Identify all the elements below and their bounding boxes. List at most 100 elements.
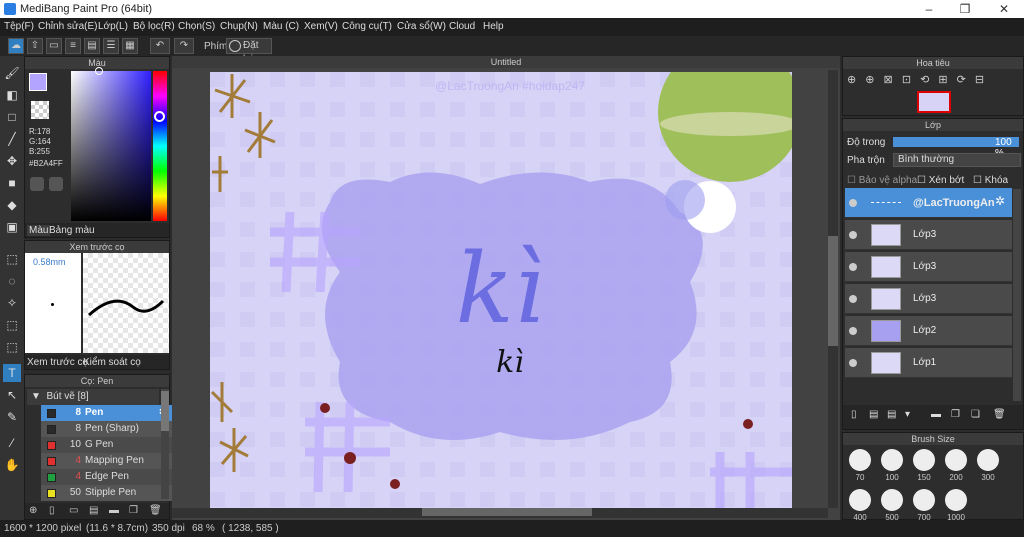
clip-checkbox[interactable]: ☐ Xén bớt [917,175,964,186]
layer-row[interactable]: @LacTruongAn ✲ [845,188,1012,218]
delete-layer-icon[interactable]: 🗑 [993,409,1006,420]
menu-file[interactable]: Tệp(F) [4,21,34,32]
menu-capture[interactable]: Chụp(N) [220,21,258,32]
hue-cursor[interactable] [154,111,165,122]
gradient-tool-icon[interactable]: ▣ [3,218,21,236]
brush-settings-icon[interactable]: ▤ [89,505,98,516]
operation-tool-icon[interactable]: ↖ [3,386,21,404]
reset-button[interactable]: Đặt lại [226,38,272,65]
menu-tools[interactable]: Công cụ(T) [342,21,392,32]
divide-tool-icon[interactable]: ✎ [3,408,21,426]
lock-checkbox[interactable]: ☐ Khóa [973,175,1008,186]
brush-item[interactable]: 4 Edge Pen [41,469,173,485]
visibility-toggle[interactable] [849,199,857,207]
visibility-toggle[interactable] [849,295,857,303]
tab-brush-preview[interactable]: Xem trước cọ [27,357,88,368]
tab-palette[interactable]: Bảng màu [49,225,95,236]
new-layer-icon[interactable]: ▯ [851,409,857,420]
fg-color-swatch[interactable] [29,73,47,91]
visibility-toggle[interactable] [849,359,857,367]
brush-menu-icon[interactable]: ▭ [69,505,78,516]
upload-icon[interactable]: ⇧ [27,38,43,54]
navigator-thumbnail[interactable] [917,91,951,113]
delete-brush-icon[interactable]: 🗑 [149,505,162,516]
alpha-protect-checkbox[interactable]: ☐ Bảo vệ alpha [847,175,917,186]
comment-icon[interactable]: ▭ [46,38,62,54]
hand-tool-icon[interactable]: ✋ [3,456,21,474]
brush-item[interactable]: 8 Pen (Sharp) [41,421,173,437]
document-tab[interactable]: Untitled [172,56,840,68]
folder-icon[interactable]: ▬ [109,505,119,516]
layer-row[interactable]: Lớp3 [845,220,1012,250]
brush-item[interactable]: 4 Mapping Pen [41,453,173,469]
tab-color[interactable]: Màu [27,225,51,236]
size-preset[interactable] [849,449,871,471]
blend-mode-select[interactable]: Bình thường [893,153,1021,167]
layer-row[interactable]: Lớp3 [845,284,1012,314]
select-tool-icon[interactable]: ⬚ [3,250,21,268]
list-icon[interactable]: ☰ [103,38,119,54]
menu-help[interactable]: Help [483,21,504,32]
layer-folder-icon[interactable]: ▬ [931,409,941,420]
size-preset[interactable] [913,449,935,471]
vertical-scrollbar[interactable] [828,70,838,508]
select-pen-icon[interactable]: ⬚ [3,316,21,334]
bucket-tool-icon[interactable]: ◆ [3,196,21,214]
layers-scrollbar[interactable] [1013,189,1021,401]
menu-view[interactable]: Xem(V) [304,21,338,32]
undo-icon[interactable]: ↶ [150,38,170,54]
size-preset[interactable] [945,489,967,511]
size-preset[interactable] [881,489,903,511]
merge-layer-icon[interactable]: ❏ [971,409,980,420]
layer-row[interactable]: Lớp2 [845,316,1012,346]
duplicate-layer-icon[interactable]: ❐ [951,409,960,420]
menu-select[interactable]: Chọn(S) [178,21,215,32]
menu-color[interactable]: Màu (C) [263,21,299,32]
select-eraser-icon[interactable]: ⬚ [3,338,21,356]
maximize-button[interactable]: ❐ [950,1,980,17]
grid-icon[interactable]: ▦ [122,38,138,54]
redo-icon[interactable]: ↷ [174,38,194,54]
rect-tool-icon[interactable]: □ [3,108,21,126]
magic-wand-icon[interactable]: ✧ [3,294,21,312]
brush-tool-icon[interactable]: 🖌 [3,64,21,82]
new-layer-type-icon[interactable]: ▤ [869,409,878,420]
brush-item[interactable]: 50 Stipple Pen [41,485,173,501]
close-button[interactable]: ✕ [989,1,1019,17]
menu-layer[interactable]: Lớp(L) [98,21,128,32]
document-canvas[interactable]: @LacTruongAn #hoidap247 kì kì [210,72,792,508]
layer-gear-icon[interactable]: ✲ [995,194,1005,208]
add-brush-icon[interactable]: ⊕ [29,505,37,516]
brush-group[interactable]: ▼ Bút vẽ [8] [27,389,159,405]
layer-menu-icon[interactable]: ▾ [905,409,910,420]
size-preset[interactable] [945,449,967,471]
text-tool-icon[interactable]: T [3,364,21,382]
brush-item[interactable]: 10 G Pen [41,437,173,453]
move-tool-icon[interactable]: ✥ [3,152,21,170]
visibility-toggle[interactable] [849,327,857,335]
layer-row[interactable]: Lớp3 [845,252,1012,282]
menu-window[interactable]: Cửa sổ(W) [397,21,446,32]
line-tool-icon[interactable]: ╱ [3,130,21,148]
shape-tool-icon[interactable]: ■ [3,174,21,192]
navigator-controls[interactable]: ⊕ ⊕ ⊠ ⊡ ⟲ ⊞ ⟳ ⊟ [847,73,1021,89]
size-preset[interactable] [977,449,999,471]
minimize-button[interactable]: – [914,1,944,17]
copy-brush-icon[interactable]: ❐ [129,505,138,516]
palette-icon[interactable] [49,177,63,191]
document-icon[interactable]: ▤ [84,38,100,54]
horizontal-scrollbar[interactable] [172,508,828,518]
size-preset[interactable] [913,489,935,511]
eyedropper-icon[interactable]: ⁄ [3,434,21,452]
menu-filter[interactable]: Bộ lọc(R) [133,21,175,32]
visibility-toggle[interactable] [849,231,857,239]
layer-row[interactable]: Lớp1 [845,348,1012,378]
lasso-tool-icon[interactable]: ◌ [3,272,21,290]
bg-color-swatch[interactable] [31,101,49,119]
size-preset[interactable] [849,489,871,511]
eraser-tool-icon[interactable]: ◧ [3,86,21,104]
brush-item[interactable]: 8 Pen ✲ [41,405,173,421]
cloud-icon[interactable]: ☁ [8,38,24,54]
size-preset[interactable] [881,449,903,471]
color-wheel-icon[interactable] [30,177,44,191]
